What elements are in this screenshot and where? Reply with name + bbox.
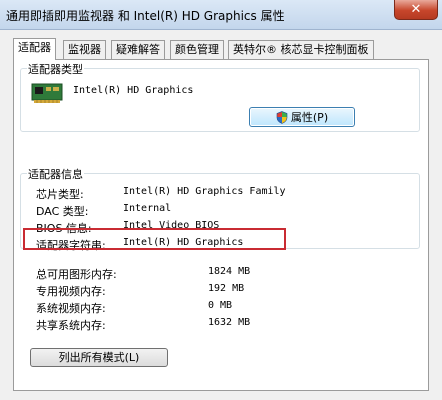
properties-button[interactable]: 属性(P) (249, 107, 355, 127)
info-label: DAC 类型: (36, 205, 89, 218)
adapter-type-group: 适配器类型 Intel(R) HD Graphics 属性(P) (20, 61, 420, 132)
memory-label: 总可用图形内存: (36, 268, 117, 281)
list-all-modes-button[interactable]: 列出所有模式(L) (30, 348, 168, 367)
highlight-box (23, 228, 286, 250)
tab-intel-control-panel[interactable]: 英特尔® 核芯显卡控制面板 (228, 40, 374, 59)
info-label: 芯片类型: (36, 188, 84, 201)
dialog-body: 适配器 监视器 疑难解答 颜色管理 英特尔® 核芯显卡控制面板 适配器类型 In… (0, 30, 442, 400)
info-value: Intel(R) HD Graphics Family (123, 186, 286, 197)
close-icon: ✕ (410, 2, 422, 17)
memory-value: 0 MB (208, 300, 233, 311)
shield-icon (276, 110, 288, 124)
memory-label: 系统视频内存: (36, 302, 106, 315)
info-value: Internal (123, 203, 172, 214)
memory-value: 192 MB (208, 283, 245, 294)
memory-row-system-video: 系统视频内存: 0 MB (36, 300, 336, 315)
tab-troubleshoot[interactable]: 疑难解答 (111, 40, 165, 59)
memory-row-total-available: 总可用图形内存: 1824 MB (36, 266, 336, 281)
memory-row-shared-system: 共享系统内存: 1632 MB (36, 317, 336, 332)
memory-label: 共享系统内存: (36, 319, 106, 332)
adapter-panel: 适配器类型 Intel(R) HD Graphics 属性(P) 适配器信息 芯… (13, 59, 429, 391)
memory-row-dedicated-video: 专用视频内存: 192 MB (36, 283, 336, 298)
tab-adapter[interactable]: 适配器 (13, 38, 56, 60)
memory-label: 专用视频内存: (36, 285, 106, 298)
graphics-card-icon (31, 83, 63, 103)
info-row-dac-type: DAC 类型: Internal (36, 203, 416, 218)
window-title: 通用即插即用监视器 和 Intel(R) HD Graphics 属性 (6, 9, 285, 23)
tab-color-management[interactable]: 颜色管理 (170, 40, 224, 59)
properties-button-label: 属性(P) (290, 111, 329, 124)
adapter-type-title: 适配器类型 (27, 61, 84, 77)
adapter-name: Intel(R) HD Graphics (73, 85, 194, 96)
info-row-chip-type: 芯片类型: Intel(R) HD Graphics Family (36, 186, 416, 201)
memory-value: 1632 MB (208, 317, 251, 328)
tab-monitor[interactable]: 监视器 (63, 40, 106, 59)
adapter-info-title: 适配器信息 (27, 166, 84, 182)
title-bar: 通用即插即用监视器 和 Intel(R) HD Graphics 属性 ✕ (0, 0, 442, 30)
memory-value: 1824 MB (208, 266, 251, 277)
close-button[interactable]: ✕ (394, 0, 438, 20)
